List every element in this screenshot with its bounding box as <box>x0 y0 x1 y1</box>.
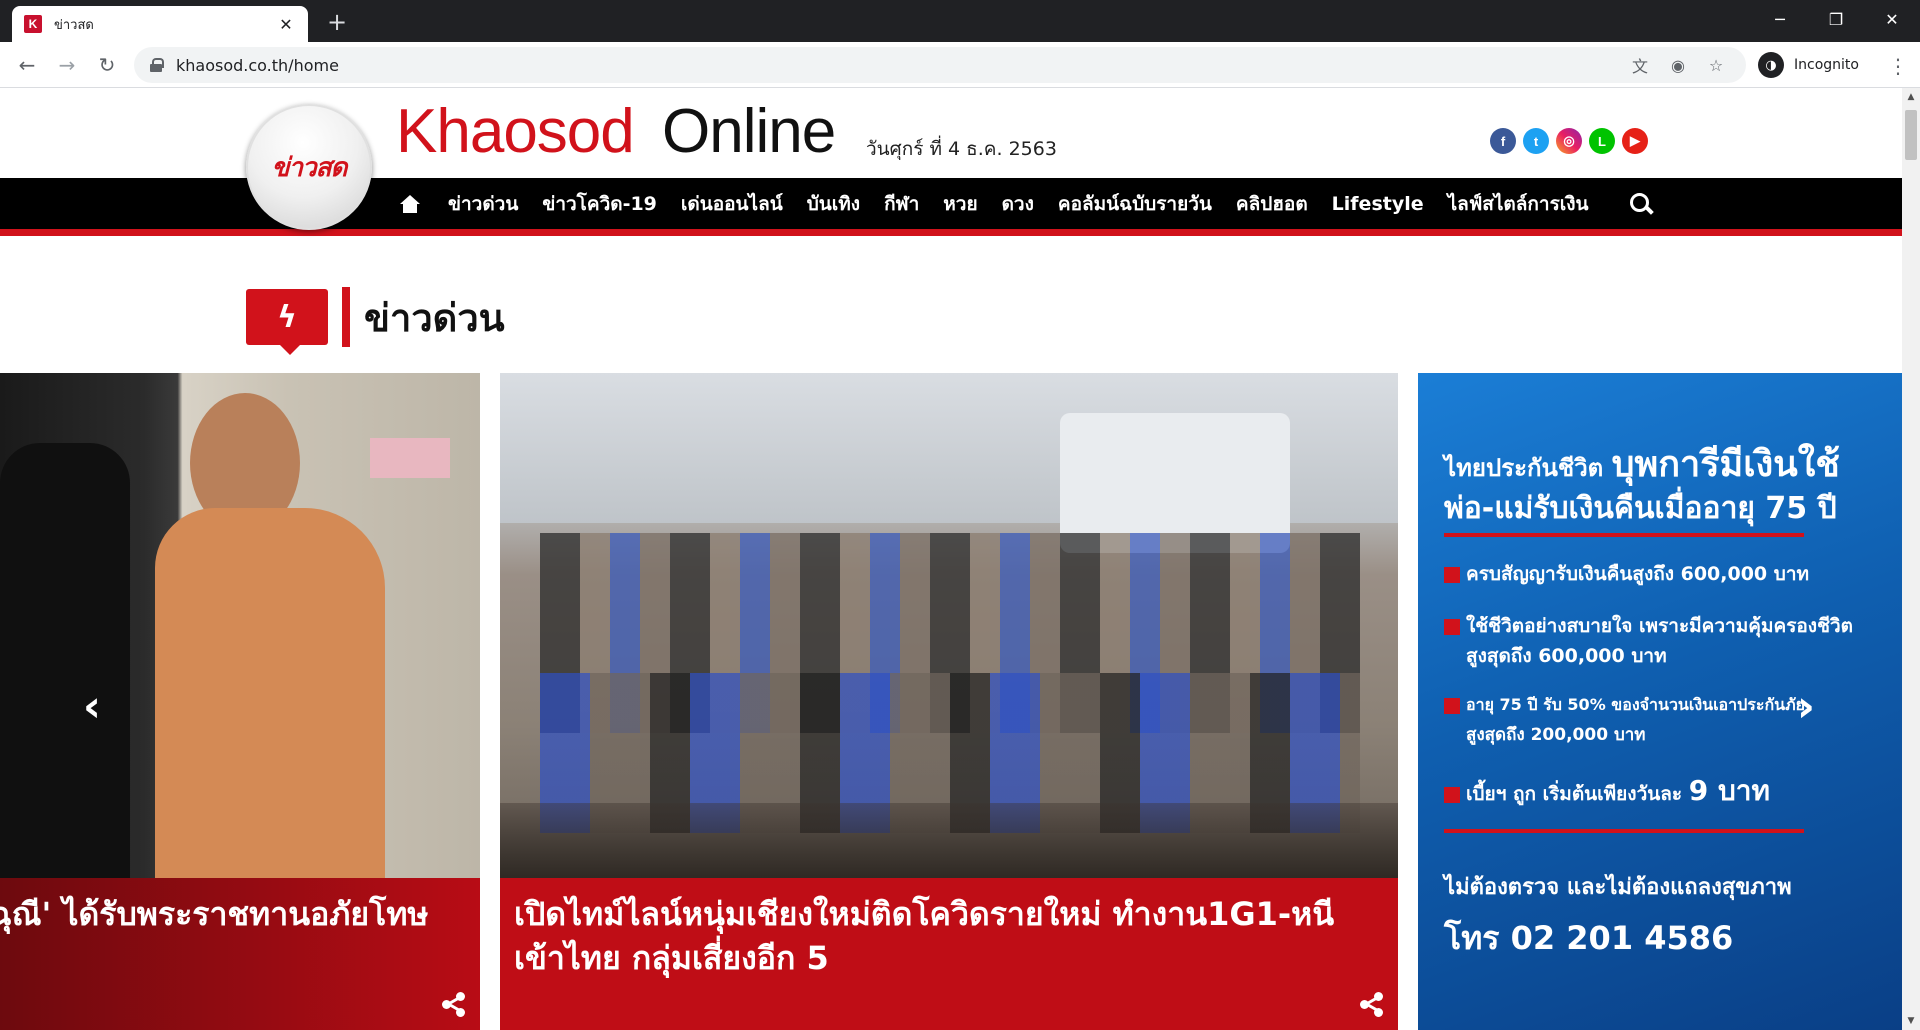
slide-image-left[interactable] <box>0 373 480 878</box>
checkbox-icon <box>1444 786 1460 803</box>
ad-bullet-3-detail: สูงสุดถึง 200,000 บาท <box>1466 725 1646 745</box>
share-icon[interactable] <box>442 992 466 1017</box>
tab-title: ข่าวสด <box>54 17 94 33</box>
slide-caption-center[interactable]: เปิดไทม์ไลน์หนุ่มเชียงใหม่ติดโควิดรายใหม… <box>500 878 1398 1030</box>
twitter-icon[interactable]: t <box>1523 128 1549 154</box>
nav-item-hot-clips[interactable]: คลิปฮอต <box>1224 189 1320 219</box>
web-page: Khaosod Online วันศุกร์ ที่ 4 ธ.ค. 2563 … <box>0 88 1902 1030</box>
new-tab-button[interactable]: + <box>322 8 352 38</box>
browser-toolbar: ← → ↻ khaosod.co.th/home 文 ◉ ☆ ◑ Incogni… <box>0 42 1920 88</box>
caption-text-center[interactable]: เปิดไทม์ไลน์หนุ่มเชียงใหม่ติดโควิดรายใหม… <box>514 892 1384 980</box>
caption-text-left[interactable]: ฉุณี' ได้รับพระราชทานอภัยโทษ <box>0 892 466 936</box>
minimize-icon[interactable]: ─ <box>1752 0 1808 38</box>
favicon-icon: K <box>24 15 42 33</box>
scrollbar-thumb[interactable] <box>1905 110 1917 160</box>
eye-off-icon[interactable]: ◉ <box>1664 51 1692 79</box>
home-icon[interactable] <box>388 178 432 229</box>
window-close-icon[interactable]: ✕ <box>1864 0 1920 38</box>
scroll-down-arrow-icon[interactable]: ▼ <box>1902 1012 1920 1030</box>
back-arrow-icon[interactable]: ← <box>12 50 42 80</box>
slide-image-center[interactable] <box>500 373 1398 878</box>
logo-text: ข่าวสด <box>271 152 348 183</box>
ad-divider <box>1444 829 1804 833</box>
scroll-up-arrow-icon[interactable]: ▲ <box>1902 88 1920 106</box>
page-scrollbar[interactable]: ▲ ▼ <box>1902 88 1920 1030</box>
browser-menu-icon[interactable]: ⋮ <box>1888 54 1908 78</box>
section-divider <box>342 287 350 347</box>
carousel-next-icon[interactable]: › <box>1786 676 1826 736</box>
checkbox-icon <box>1444 697 1460 714</box>
brand-khaosod[interactable]: Khaosod <box>396 96 635 167</box>
incognito-icon: ◑ <box>1758 52 1784 78</box>
carousel-prev-icon[interactable]: ‹ <box>72 676 112 736</box>
nav-item-breaking-news[interactable]: ข่าวด่วน <box>436 189 530 219</box>
lock-icon[interactable] <box>150 58 164 72</box>
nav-item-finance[interactable]: ไลฟ์สไตล์การเงิน <box>1436 189 1601 219</box>
nav-item-sports[interactable]: กีฬา <box>872 189 931 219</box>
ad-divider <box>1444 533 1804 537</box>
brand-online[interactable]: Online <box>662 96 836 167</box>
address-bar[interactable]: khaosod.co.th/home 文 ◉ ☆ <box>134 47 1746 83</box>
forward-arrow-icon[interactable]: → <box>52 50 82 80</box>
nav-item-entertainment[interactable]: บันเทิง <box>795 189 872 219</box>
nav-item-columns[interactable]: คอลัมน์ฉบับรายวัน <box>1046 189 1224 219</box>
bookmark-star-icon[interactable]: ☆ <box>1702 51 1730 79</box>
checkbox-icon <box>1444 566 1460 583</box>
share-icon[interactable] <box>1360 992 1384 1017</box>
facebook-icon[interactable]: f <box>1490 128 1516 154</box>
ad-bullet-3: อายุ 75 ปี รับ 50% ของจำนวนเงินเอาประกัน… <box>1466 695 1806 714</box>
browser-tab-strip: K ข่าวสด ✕ + ─ ❐ ✕ <box>0 0 1920 42</box>
nav-item-covid[interactable]: ข่าวโควิด-19 <box>530 189 669 219</box>
ad-bullet-4-price: 9 บาท <box>1688 774 1770 807</box>
ad-phone[interactable]: โทร 02 201 4586 <box>1444 913 1733 964</box>
line-icon[interactable]: L <box>1589 128 1615 154</box>
checkbox-icon <box>1444 618 1460 635</box>
nav-item-featured[interactable]: เด่นออนไลน์ <box>669 189 795 219</box>
ad-bullet-2-detail: สูงสุดถึง 600,000 บาท <box>1466 645 1667 667</box>
insurance-ad-banner[interactable]: ไทยประกันชีวิต บุพการีมีเงินใช้ พ่อ-แม่ร… <box>1418 373 1902 1030</box>
nav-item-lottery[interactable]: หวย <box>931 189 989 219</box>
youtube-icon[interactable]: ▶ <box>1622 128 1648 154</box>
search-icon[interactable] <box>1630 193 1652 215</box>
ad-bullet-1: ครบสัญญารับเงินคืนสูงถึง 600,000 บาท <box>1466 563 1810 585</box>
lightning-bolt-icon: ϟ <box>246 289 328 355</box>
header-date: วันศุกร์ ที่ 4 ธ.ค. 2563 <box>866 138 1057 160</box>
ad-footer-note: ไม่ต้องตรวจ และไม่ต้องแถลงสุขภาพ <box>1444 875 1792 900</box>
ad-brand: ไทยประกันชีวิต <box>1444 454 1604 482</box>
slide-caption-left[interactable]: ฉุณี' ได้รับพระราชทานอภัยโทษ <box>0 878 480 1030</box>
ad-subheadline: พ่อ-แม่รับเงินคืนเมื่ออายุ 75 ปี <box>1444 491 1837 526</box>
incognito-button[interactable]: ◑ Incognito <box>1752 49 1871 81</box>
reload-icon[interactable]: ↻ <box>92 50 122 80</box>
ad-headline: บุพการีมีเงินใช้ <box>1611 444 1840 485</box>
browser-tab[interactable]: K ข่าวสด ✕ <box>12 6 308 42</box>
section-heading: ϟ ข่าวด่วน <box>246 284 505 355</box>
url-text[interactable]: khaosod.co.th/home <box>176 56 1616 75</box>
ad-bullet-2: ใช้ชีวิตอย่างสบายใจ เพราะมีความคุ้มครองช… <box>1466 615 1853 637</box>
instagram-icon[interactable]: ◎ <box>1556 128 1582 154</box>
carousel-slide-center[interactable]: เปิดไทม์ไลน์หนุ่มเชียงใหม่ติดโควิดรายใหม… <box>500 373 1398 1030</box>
nav-item-lifestyle[interactable]: Lifestyle <box>1320 193 1436 215</box>
ad-bullet-4: เบี้ยฯ ถูก เริ่มต้นเพียงวันละ <box>1466 783 1683 805</box>
translate-icon[interactable]: 文 <box>1626 51 1654 79</box>
incognito-label: Incognito <box>1794 57 1859 73</box>
carousel-slide-ad[interactable]: ไทยประกันชีวิต บุพการีมีเงินใช้ พ่อ-แม่ร… <box>1418 373 1902 1030</box>
restore-icon[interactable]: ❐ <box>1808 0 1864 38</box>
site-logo[interactable]: ข่าวสด <box>246 104 372 230</box>
nav-item-horoscope[interactable]: ดวง <box>990 189 1046 219</box>
section-title: ข่าวด่วน <box>364 295 505 340</box>
close-tab-icon[interactable]: ✕ <box>276 15 296 34</box>
